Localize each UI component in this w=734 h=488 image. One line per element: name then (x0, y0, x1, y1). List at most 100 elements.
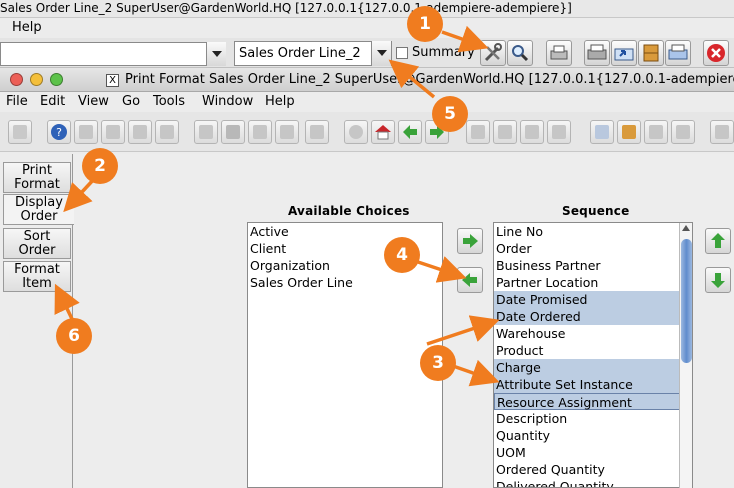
close-window-button[interactable] (703, 40, 729, 66)
print-format-combo-dropdown-button[interactable] (371, 41, 391, 66)
java-window-icon: X (106, 74, 119, 87)
customize-report-button[interactable] (480, 40, 506, 66)
sequence-list-item[interactable]: Business Partner (494, 257, 692, 274)
last-record-button[interactable] (547, 120, 571, 144)
sequence-list-item[interactable]: UOM (494, 444, 692, 461)
available-list-item[interactable]: Active (248, 223, 442, 240)
sequence-list-item[interactable]: Attribute Set Instance (494, 376, 692, 393)
refresh-button[interactable] (194, 120, 218, 144)
sequence-list[interactable]: Line No Order Business Partner Partner Loca… (493, 222, 693, 488)
menu-edit[interactable]: Edit (40, 94, 65, 109)
menu-go[interactable]: Go (122, 94, 140, 109)
sequence-scroll-thumb[interactable] (681, 239, 692, 363)
summary-checkbox[interactable] (396, 47, 408, 59)
report-button[interactable] (590, 120, 614, 144)
remove-from-sequence-button[interactable] (457, 267, 483, 293)
find-button[interactable] (507, 40, 533, 66)
sequence-list-item[interactable]: Product (494, 342, 692, 359)
print-inner-button[interactable] (671, 120, 695, 144)
print-preview-button[interactable] (584, 40, 610, 66)
tools-icon (484, 43, 502, 62)
sequence-list-item[interactable]: Delivered Quantity (494, 478, 692, 487)
first-record-button[interactable] (466, 120, 490, 144)
print-screen-button[interactable] (644, 120, 668, 144)
available-choices-label: Available Choices (288, 204, 410, 218)
print-button[interactable] (546, 40, 572, 66)
send-mail-button[interactable] (665, 40, 691, 66)
close-window-icon[interactable] (10, 73, 23, 86)
help-button[interactable]: ? (47, 120, 71, 144)
record-search-combo[interactable] (0, 42, 226, 66)
attachment-button[interactable] (248, 120, 272, 144)
sequence-list-item[interactable]: Charge (494, 359, 692, 376)
sequence-list-item[interactable]: Line No (494, 223, 692, 240)
zoom-across-button[interactable] (710, 120, 734, 144)
annotation-badge-2: 2 (82, 148, 118, 184)
home-icon (375, 125, 391, 140)
help-icon: ? (51, 124, 67, 140)
chat-button[interactable] (275, 120, 299, 144)
minimize-window-icon[interactable] (30, 73, 43, 86)
report-icon (595, 125, 609, 139)
lookup-button[interactable] (221, 120, 245, 144)
grid-toggle-button[interactable] (305, 120, 329, 144)
next-record-button[interactable] (520, 120, 544, 144)
sequence-list-item[interactable]: Description (494, 410, 692, 427)
tab-sort-order[interactable]: Sort Order (3, 228, 71, 259)
archive-button[interactable] (638, 40, 664, 66)
sequence-list-item[interactable]: Ordered Quantity (494, 461, 692, 478)
refresh-icon (199, 125, 213, 139)
sequence-list-item[interactable]: Date Promised (494, 291, 692, 308)
export-button[interactable] (611, 40, 637, 66)
menu-file[interactable]: File (6, 94, 28, 109)
annotation-badge-6: 6 (56, 318, 92, 354)
paperclip-icon (253, 125, 267, 139)
chat-icon (280, 125, 294, 139)
printer-icon (649, 125, 663, 139)
record-combo-dropdown-button[interactable] (206, 42, 226, 66)
previous-icon (498, 125, 512, 139)
new-record-button[interactable] (74, 120, 98, 144)
tab-label: Item (22, 276, 52, 291)
sequence-list-item[interactable]: Partner Location (494, 274, 692, 291)
tab-display-order[interactable]: Display Order (3, 194, 74, 225)
previous-record-button[interactable] (493, 120, 517, 144)
sequence-scrollbar[interactable] (679, 223, 692, 488)
sequence-list-item[interactable]: Date Ordered (494, 308, 692, 325)
menu-window[interactable]: Window (202, 94, 253, 109)
cabinet-icon (643, 44, 659, 62)
print-format-combo[interactable]: Sales Order Line_2 (234, 41, 392, 66)
move-down-button[interactable] (705, 267, 731, 293)
delete-record-button[interactable] (128, 120, 152, 144)
archive-viewer-button[interactable] (617, 120, 641, 144)
sequence-list-item[interactable]: Resource Assignment (494, 393, 692, 410)
home-button[interactable] (371, 120, 395, 144)
tab-print-format[interactable]: Print Format (3, 162, 71, 193)
cabinet-icon (622, 125, 636, 139)
inner-window-title: Print Format Sales Order Line_2 SuperUse… (125, 72, 734, 87)
tab-format-item[interactable]: Format Item (3, 261, 71, 292)
copy-record-button[interactable] (101, 120, 125, 144)
arrow-left-icon (462, 273, 477, 287)
close-icon (707, 44, 725, 62)
available-list-item[interactable]: Sales Order Line (248, 274, 442, 291)
add-to-sequence-button[interactable] (457, 228, 483, 254)
save-button[interactable] (155, 120, 179, 144)
menu-tools[interactable]: Tools (153, 94, 185, 109)
annotation-badge-1: 1 (407, 6, 443, 42)
scroll-up-arrow-icon[interactable] (682, 225, 690, 231)
zoom-window-icon[interactable] (50, 73, 63, 86)
sequence-list-item[interactable]: Quantity (494, 427, 692, 444)
history-button[interactable] (344, 120, 368, 144)
menu-help-inner[interactable]: Help (265, 94, 295, 109)
inner-menubar: File Edit View Go Tools Window Help (0, 92, 734, 112)
sequence-list-item[interactable]: Warehouse (494, 325, 692, 342)
menu-view[interactable]: View (78, 94, 109, 109)
annotation-badge-5: 5 (432, 96, 468, 132)
history-icon (349, 125, 363, 139)
undo-button[interactable] (8, 120, 32, 144)
menu-help[interactable]: Help (12, 20, 42, 35)
sequence-list-item[interactable]: Order (494, 240, 692, 257)
parent-record-button[interactable] (398, 120, 422, 144)
move-up-button[interactable] (705, 228, 731, 254)
